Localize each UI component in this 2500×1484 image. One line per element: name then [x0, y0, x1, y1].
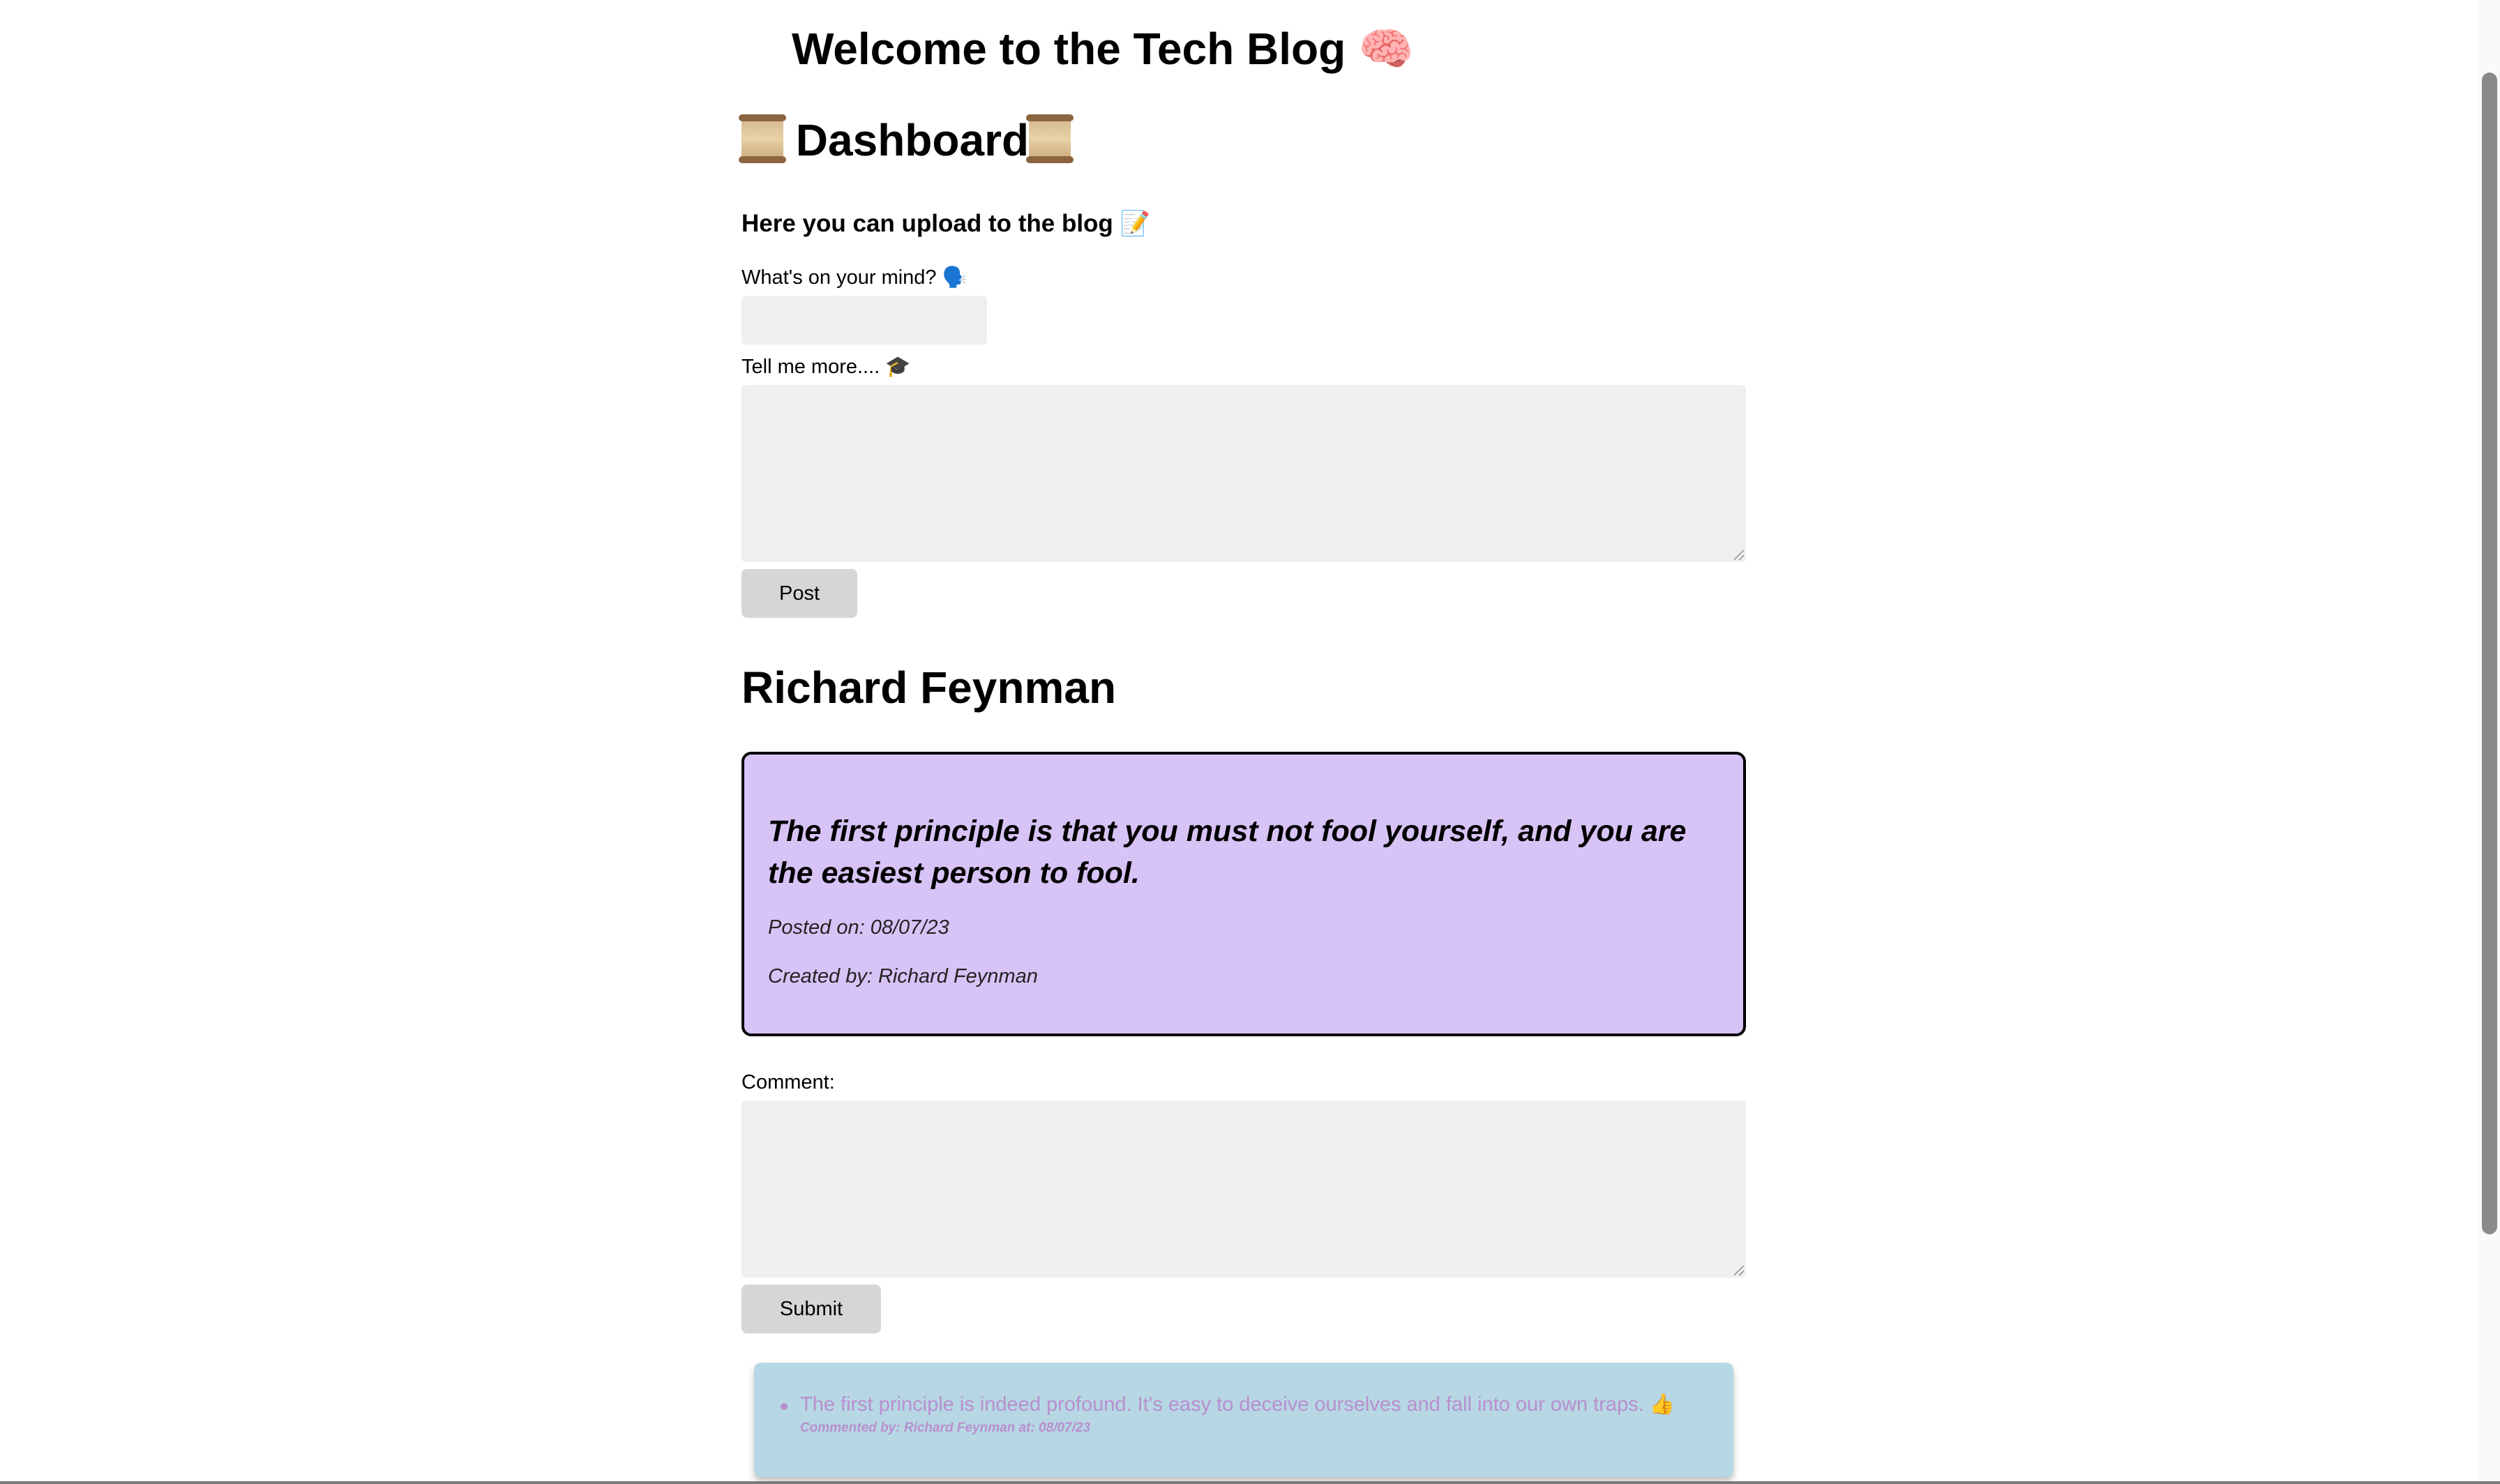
vertical-scrollbar[interactable]: [2478, 0, 2500, 1484]
upload-heading-text: Here you can upload to the blog: [741, 210, 1113, 237]
post-title-input[interactable]: [741, 296, 987, 344]
site-title: Welcome to the Tech Blog 🧠: [792, 21, 1414, 77]
comment-list: The first principle is indeed profound. …: [781, 1392, 1733, 1437]
post-body-label: Tell me more.... 🎓: [741, 354, 1746, 379]
post-author-heading: Richard Feynman: [741, 662, 1117, 713]
post-date: Posted on: 08/07/23: [768, 916, 949, 939]
submit-button[interactable]: Submit: [741, 1285, 881, 1333]
dashboard-title: Dashboard: [739, 105, 1746, 176]
post-creator: Created by: Richard Feynman: [768, 965, 1038, 987]
scrollbar-thumb[interactable]: [2482, 73, 2497, 1234]
graduation-cap-icon: 🎓: [885, 356, 911, 378]
main-content: Dashboard Here you can upload to the blo…: [739, 105, 1746, 1477]
scroll-icon: [1026, 114, 1074, 163]
dashboard-title-text: Dashboard: [795, 115, 1030, 165]
comment-text: The first principle is indeed profound. …: [800, 1393, 1675, 1416]
comment-textarea[interactable]: [741, 1100, 1746, 1278]
comment-label: Comment:: [741, 1071, 835, 1093]
post-body-text: The first principle is that you must not…: [768, 815, 1687, 890]
post-title-label: What's on your mind? 🗣️: [741, 265, 1746, 290]
brain-icon: 🧠: [1357, 24, 1414, 74]
post-body-textarea[interactable]: [741, 385, 1746, 562]
window-bottom-edge: [0, 1481, 2500, 1484]
comment-meta: Commented by: Richard Feynman at: 08/07/…: [800, 1421, 1091, 1435]
upload-heading: Here you can upload to the blog 📝: [741, 208, 1746, 240]
post-button[interactable]: Post: [741, 569, 857, 618]
resize-handle-icon[interactable]: [1734, 1266, 1744, 1275]
memo-icon: 📝: [1120, 210, 1151, 237]
comments-section: The first principle is indeed profound. …: [754, 1363, 1733, 1477]
post-card: The first principle is that you must not…: [741, 752, 1746, 1036]
post-title-label-text: What's on your mind?: [741, 266, 937, 289]
page: Welcome to the Tech Blog 🧠 Dashboard Her…: [0, 0, 2500, 1484]
resize-handle-icon[interactable]: [1734, 550, 1744, 560]
post-body-label-text: Tell me more....: [741, 356, 880, 378]
comment-item: The first principle is indeed profound. …: [781, 1392, 1733, 1437]
site-title-text: Welcome to the Tech Blog: [792, 24, 1346, 74]
scroll-icon: [739, 114, 786, 163]
speaking-head-icon: 🗣️: [942, 266, 967, 289]
